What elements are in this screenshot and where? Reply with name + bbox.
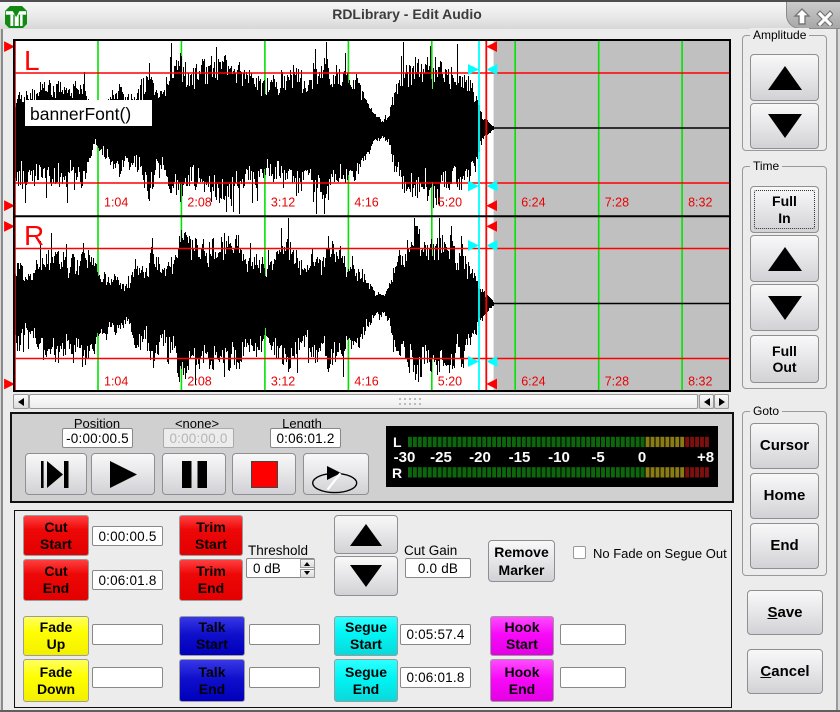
svg-text:4:16: 4:16	[354, 196, 378, 210]
svg-text:R: R	[24, 220, 44, 251]
svg-text:-20: -20	[469, 449, 491, 466]
svg-text:bannerFont(): bannerFont()	[30, 104, 131, 124]
svg-text:-10: -10	[548, 449, 570, 466]
svg-text:-30: -30	[394, 449, 416, 466]
svg-text:7:28: 7:28	[605, 196, 629, 210]
svg-text:-25: -25	[430, 449, 452, 466]
svg-text:L: L	[393, 434, 402, 450]
svg-text:4:16: 4:16	[354, 375, 378, 389]
svg-text:-15: -15	[509, 449, 531, 466]
svg-text:5:20: 5:20	[438, 375, 462, 389]
svg-text:+8: +8	[697, 449, 714, 466]
svg-text:2:08: 2:08	[187, 375, 211, 389]
svg-text:6:24: 6:24	[521, 375, 545, 389]
svg-text:6:24: 6:24	[521, 196, 545, 210]
svg-text:2:08: 2:08	[187, 196, 211, 210]
svg-text:0: 0	[638, 449, 646, 466]
svg-text:8:32: 8:32	[688, 375, 712, 389]
svg-text:5:20: 5:20	[438, 196, 462, 210]
svg-text:L: L	[24, 45, 40, 76]
svg-text:7:28: 7:28	[605, 375, 629, 389]
svg-text:1:04: 1:04	[104, 375, 128, 389]
svg-text:-5: -5	[591, 449, 604, 466]
svg-text:1:04: 1:04	[104, 196, 128, 210]
svg-text:3:12: 3:12	[271, 375, 295, 389]
svg-text:8:32: 8:32	[688, 196, 712, 210]
svg-text:3:12: 3:12	[271, 196, 295, 210]
svg-text:R: R	[392, 465, 402, 481]
